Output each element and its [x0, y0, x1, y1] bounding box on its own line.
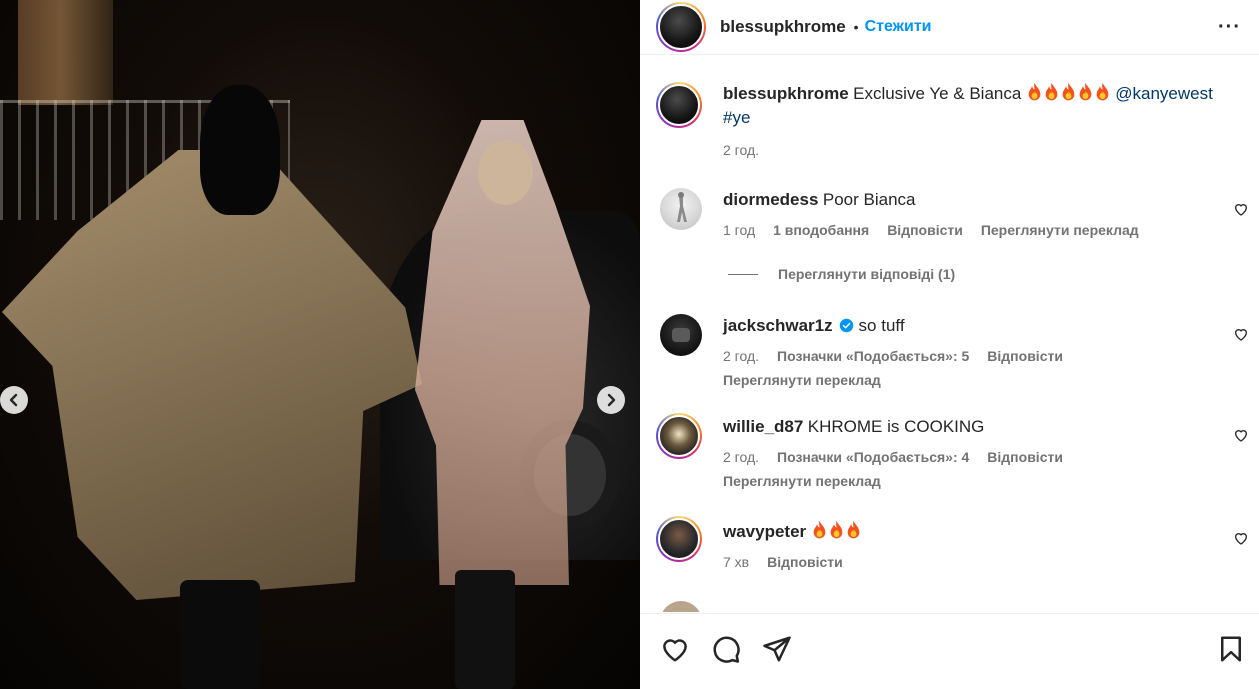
fire-icon — [1096, 82, 1109, 101]
carousel-next-button[interactable] — [597, 386, 625, 414]
chevron-left-icon — [9, 393, 18, 407]
comment-likes[interactable]: Позначки «Подобається»: 4 — [777, 449, 969, 465]
comment-username[interactable]: diormedess — [723, 190, 818, 209]
reply-button[interactable]: Відповісти — [987, 348, 1063, 364]
translate-button[interactable]: Переглянути переклад — [981, 222, 1139, 238]
comment-time[interactable]: 2 год. — [723, 348, 759, 364]
caption-time[interactable]: 2 год. — [723, 139, 759, 162]
avatar[interactable] — [660, 601, 702, 612]
comment-likes[interactable]: Позначки «Подобається»: 5 — [777, 348, 969, 364]
comment-time[interactable]: 2 год. — [723, 449, 759, 465]
comment-time[interactable]: 1 год — [723, 222, 755, 238]
hashtag-link[interactable]: #ye — [723, 108, 750, 127]
reply-button[interactable]: Відповісти — [767, 554, 843, 570]
carousel-prev-button[interactable] — [0, 386, 28, 414]
fire-icon — [847, 520, 859, 539]
follow-button[interactable]: Стежити — [865, 18, 932, 36]
more-horizontal-icon[interactable]: ··· — [1218, 16, 1241, 39]
fire-icon — [813, 520, 825, 539]
comment-text: so tuff — [858, 316, 905, 335]
avatar[interactable] — [660, 314, 702, 356]
figure-right-legs — [455, 570, 515, 689]
reply-button[interactable]: Відповісти — [887, 222, 963, 238]
fire-icon — [1045, 82, 1058, 101]
caption-text: Exclusive Ye & Bianca — [853, 84, 1022, 103]
translate-button[interactable]: Переглянути переклад — [723, 473, 1063, 489]
comment-item: jackschwar1z so tuff 2 год. Позначки «По… — [660, 314, 1063, 388]
action-bar — [640, 613, 1259, 689]
comment-username[interactable]: wavypeter — [723, 522, 806, 541]
fire-icon — [1079, 82, 1092, 101]
figure-left-head — [200, 85, 280, 215]
translate-button[interactable]: Переглянути переклад — [723, 372, 1063, 388]
view-replies-button[interactable]: Переглянути відповіді (1) — [728, 266, 955, 282]
avatar-figure — [677, 192, 687, 222]
caption-username[interactable]: blessupkhrome — [723, 84, 849, 103]
mention-link[interactable]: @kanyewest — [1115, 84, 1213, 103]
comment-text: KHROME is COOKING — [807, 417, 985, 436]
comment-like-heart-icon[interactable] — [1233, 326, 1249, 342]
figure-right-head — [478, 140, 533, 205]
avatar — [658, 4, 704, 50]
comment-avatar-ring[interactable] — [656, 413, 702, 459]
avatar[interactable] — [660, 188, 702, 230]
replies-line — [728, 273, 758, 275]
comment-username[interactable]: willie_d87 — [723, 417, 803, 436]
fire-icon — [1028, 82, 1041, 101]
chevron-right-icon — [607, 393, 616, 407]
figure-left-legs — [180, 580, 260, 689]
comment-item: diormedess Poor Bianca 1 год 1 вподобанн… — [660, 188, 1139, 238]
comment-username[interactable]: jackschwar1z — [723, 316, 833, 335]
fire-emoji-group — [811, 520, 862, 541]
bookmark-icon[interactable] — [1216, 634, 1246, 664]
comment-item: wavypeter 7 хв Відповісти — [656, 516, 862, 570]
comment-item-partial — [660, 601, 702, 612]
caption-avatar-ring[interactable] — [656, 82, 702, 128]
comments-list[interactable]: blessupkhrome Exclusive Ye & Bianca @kan… — [640, 56, 1259, 612]
comment-like-heart-icon[interactable] — [1233, 530, 1249, 546]
heart-icon[interactable] — [660, 634, 690, 664]
comment-like-heart-icon[interactable] — [1233, 427, 1249, 443]
comment-text: Poor Bianca — [822, 190, 916, 209]
fire-icon — [1062, 82, 1075, 101]
avatar — [658, 84, 700, 126]
author-avatar-ring[interactable] — [656, 2, 706, 52]
separator-dot: • — [853, 19, 859, 35]
caption-row: blessupkhrome Exclusive Ye & Bianca @kan… — [656, 82, 1233, 162]
background-wall — [18, 0, 113, 105]
avatar — [658, 415, 700, 457]
fire-icon — [830, 520, 842, 539]
fire-emoji-group — [1026, 82, 1111, 103]
post-header: blessupkhrome • Стежити ··· — [640, 0, 1259, 55]
avatar — [658, 518, 700, 560]
author-username[interactable]: blessupkhrome — [720, 17, 846, 37]
post-panel: blessupkhrome • Стежити ··· blessupkhrom… — [640, 0, 1259, 689]
comment-like-heart-icon[interactable] — [1233, 201, 1249, 217]
verified-badge-icon — [839, 318, 854, 333]
reply-button[interactable]: Відповісти — [987, 449, 1063, 465]
send-icon[interactable] — [762, 634, 792, 664]
comment-icon[interactable] — [711, 634, 741, 664]
post-media[interactable] — [0, 0, 640, 689]
comment-item: willie_d87 KHROME is COOKING 2 год. Позн… — [656, 413, 1063, 489]
comment-avatar-ring[interactable] — [656, 516, 702, 562]
view-replies-label: Переглянути відповіді (1) — [778, 266, 956, 282]
comment-time[interactable]: 7 хв — [723, 554, 749, 570]
avatar-figure — [672, 328, 690, 342]
comment-likes[interactable]: 1 вподобання — [773, 222, 869, 238]
